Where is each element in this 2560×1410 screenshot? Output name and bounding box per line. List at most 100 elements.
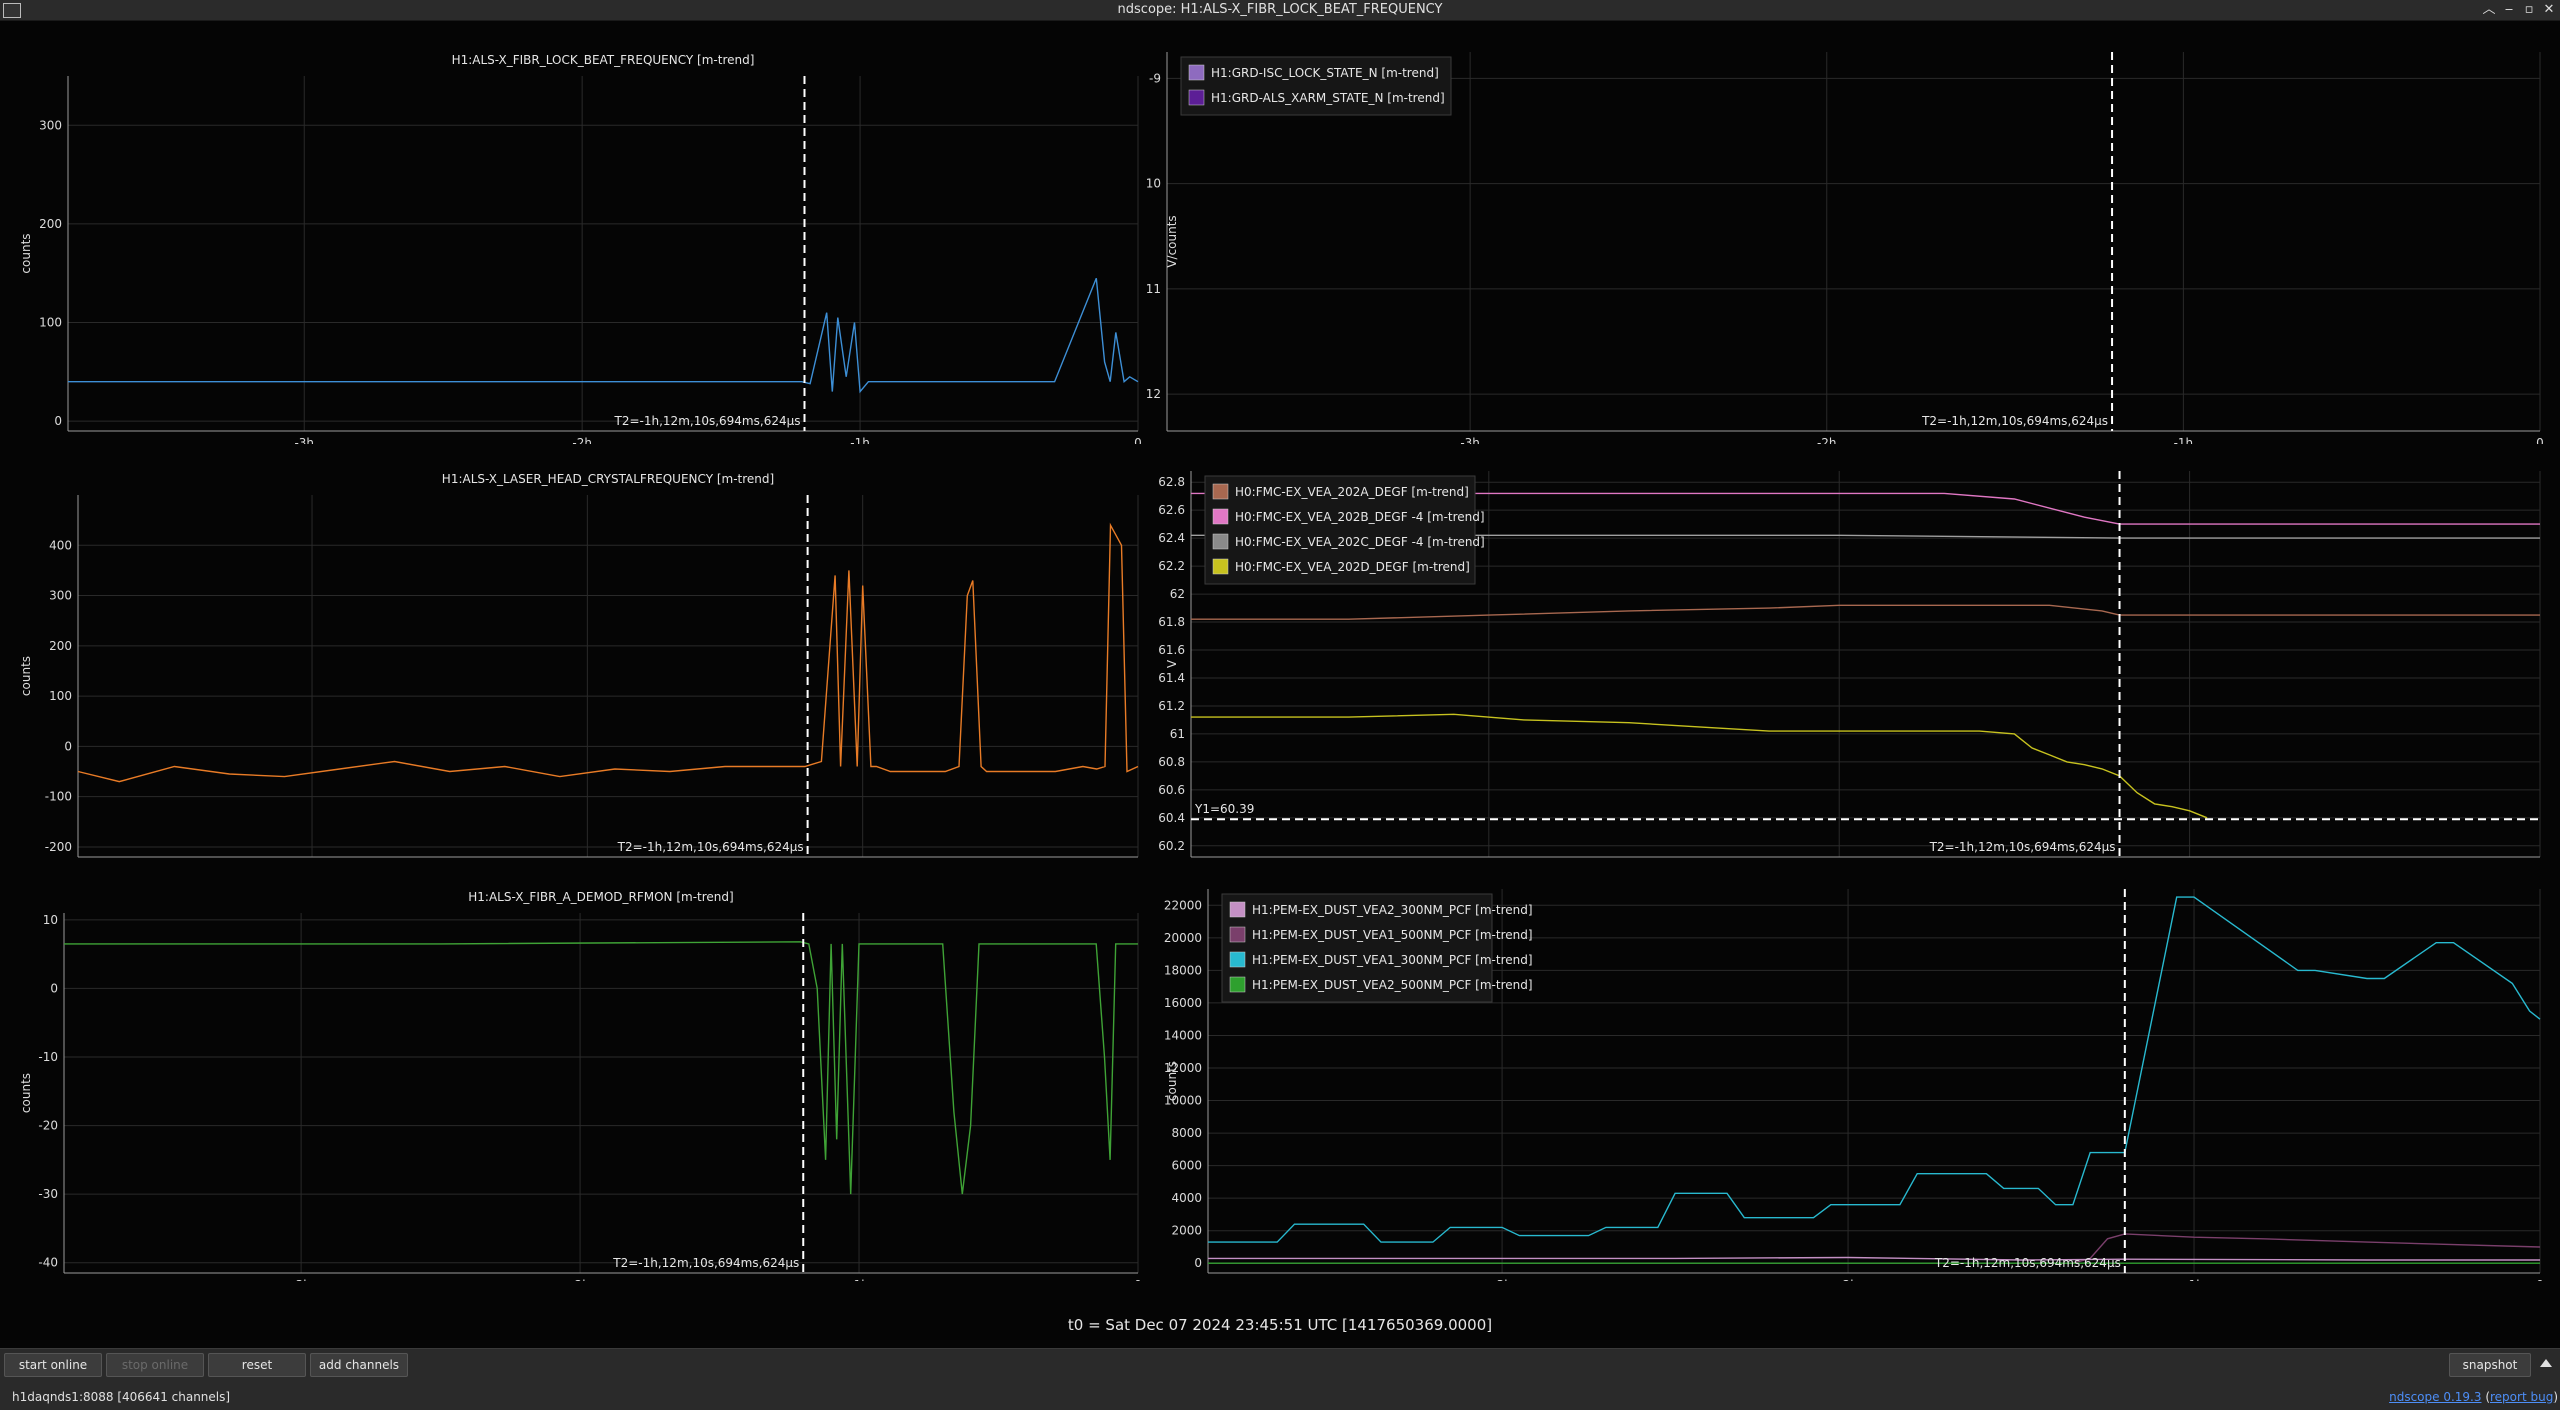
x-tick-label: -1h — [2174, 436, 2194, 444]
minimize-icon[interactable]: ‒ — [2500, 1, 2518, 19]
legend-swatch — [1212, 533, 1229, 550]
y-tick-label: -20 — [38, 1119, 58, 1133]
x-tick-label: -3h — [294, 436, 314, 444]
y-tick-label: 61.2 — [1158, 699, 1185, 713]
plot-fmc-vea-temps[interactable]: -3h-2h-1h062.862.662.462.26261.861.661.4… — [1146, 463, 2560, 861]
cursor-t2-label: T2=-1h,12m,10s,694ms,624µs — [612, 1256, 799, 1270]
y-tick-label: 200 — [39, 217, 62, 231]
y-tick-label: -12 — [1146, 387, 1161, 401]
y-tick-label: 2000 — [1171, 1224, 1202, 1238]
maximize-icon[interactable]: ▫ — [2520, 1, 2538, 19]
y-tick-label: 62.8 — [1158, 475, 1185, 489]
legend-swatch — [1188, 64, 1205, 81]
plot-grd-state[interactable]: -3h -2h -1h 0 -9 -10 -11 -12 V/counts T2=-1h,12m,… — [1146, 44, 2560, 444]
y-tick-label: -10 — [38, 1050, 58, 1064]
legend-item-label: H0:FMC-EX_VEA_202C_DEGF -4 [m-trend] — [1235, 535, 1485, 549]
legend-item-label: H1:PEM-EX_DUST_VEA1_300NM_PCF [m-trend] — [1252, 953, 1533, 967]
stop-online-button[interactable]: stop online — [106, 1353, 204, 1377]
x-tick-label: 0 — [1134, 436, 1142, 444]
y-tick-label: 8000 — [1171, 1126, 1202, 1140]
y-tick-label: 300 — [49, 589, 72, 603]
y-tick-label: 14000 — [1164, 1028, 1202, 1042]
y-tick-label: 0 — [50, 981, 58, 995]
window-titlebar: ndscope: H1:ALS-X_FIBR_LOCK_BEAT_FREQUEN… — [0, 0, 2560, 21]
report-bug-link[interactable]: report bug — [2490, 1390, 2553, 1404]
legend-swatch — [1212, 558, 1229, 575]
legend-item-label: H1:GRD-ISC_LOCK_STATE_N [m-trend] — [1211, 66, 1439, 80]
reset-button[interactable]: reset — [208, 1353, 306, 1377]
x-tick-label: -1h — [850, 436, 870, 444]
y-axis-label: counts — [19, 1073, 33, 1113]
y-tick-label: 20000 — [1164, 931, 1202, 945]
add-channels-button[interactable]: add channels — [310, 1353, 408, 1377]
series-line — [1191, 713, 2208, 819]
plot-fibr-demod-rfmon[interactable]: H1:ALS-X_FIBR_A_DEMOD_RFMON [m-trend] -3h… — [0, 881, 1142, 1281]
close-icon[interactable]: ✕ — [2540, 1, 2558, 19]
series-line — [1191, 604, 2540, 620]
y-tick-label: 0 — [54, 414, 62, 428]
window-shade-icon[interactable]: ︿ — [2480, 1, 2498, 19]
legend-item-label: H1:GRD-ALS_XARM_STATE_N [m-trend] — [1211, 91, 1445, 105]
x-tick-label: -3h — [1492, 1278, 1512, 1281]
y-tick-label: 100 — [39, 316, 62, 330]
cursor-y-label: Y1=60.39 — [1194, 802, 1254, 816]
y-tick-label: 62.6 — [1158, 503, 1185, 517]
t0-timestamp: t0 = Sat Dec 07 2024 23:45:51 UTC [14176… — [1067, 1316, 1493, 1334]
x-tick-label: 0 — [1134, 1278, 1142, 1281]
cursor-t2-label: T2=-1h,12m,10s,694ms,624µs — [614, 414, 801, 428]
x-tick-label: 0 — [2536, 436, 2544, 444]
legend-swatch — [1212, 508, 1229, 525]
cursor-t2-label: T2=-1h,12m,10s,694ms,624µs — [617, 840, 804, 854]
legend-item-label: H1:PEM-EX_DUST_VEA2_500NM_PCF [m-trend] — [1252, 978, 1533, 992]
y-tick-label: 61.8 — [1158, 615, 1185, 629]
plot-title: H1:ALS-X_FIBR_A_DEMOD_RFMON [m-trend] — [468, 890, 733, 904]
plot-laser-head-crystal[interactable]: H1:ALS-X_LASER_HEAD_CRYSTALFREQUENCY [m-… — [0, 463, 1142, 861]
legend-item-label: H0:FMC-EX_VEA_202A_DEGF [m-trend] — [1235, 485, 1469, 499]
y-tick-label: -11 — [1146, 282, 1161, 296]
y-axis-label: counts — [1165, 1061, 1179, 1101]
window-title: ndscope: H1:ALS-X_FIBR_LOCK_BEAT_FREQUEN… — [1117, 2, 1443, 17]
y-tick-label: 60.8 — [1158, 755, 1185, 769]
x-tick-label: -2h — [572, 436, 592, 444]
y-tick-label: 400 — [49, 538, 72, 552]
y-tick-label: 22000 — [1164, 898, 1202, 912]
series-line — [64, 941, 1138, 1195]
series-line — [68, 277, 1139, 394]
snapshot-button[interactable]: snapshot — [2449, 1353, 2531, 1377]
legend-item-label: H1:PEM-EX_DUST_VEA2_300NM_PCF [m-trend] — [1252, 903, 1533, 917]
y-tick-label: 62.2 — [1158, 559, 1185, 573]
series-line — [77, 522, 1139, 783]
y-tick-label: -40 — [38, 1256, 58, 1270]
y-tick-label: 18000 — [1164, 963, 1202, 977]
legend-swatch — [1229, 951, 1246, 968]
legend-swatch — [1188, 89, 1205, 106]
status-server: h1daqnds1:8088 [406641 channels] — [12, 1390, 231, 1404]
y-tick-label: -10 — [1146, 177, 1161, 191]
x-tick-label: -1h — [2184, 1278, 2204, 1281]
report-prefix: ( — [2481, 1390, 2490, 1404]
y-tick-label: 61 — [1170, 727, 1185, 741]
y-tick-label: 0 — [1194, 1256, 1202, 1270]
legend-swatch — [1212, 483, 1229, 500]
version-link[interactable]: ndscope 0.19.3 — [2389, 1390, 2481, 1404]
y-tick-label: -30 — [38, 1187, 58, 1201]
start-online-button[interactable]: start online — [4, 1353, 102, 1377]
plot-pem-dust[interactable]: -3h-2h-1h0220002000018000160001400012000… — [1146, 881, 2560, 1281]
expand-up-icon[interactable] — [2540, 1359, 2552, 1367]
y-tick-label: 62.4 — [1158, 531, 1185, 545]
x-tick-label: -2h — [570, 1278, 590, 1281]
y-tick-label: 16000 — [1164, 996, 1202, 1010]
y-tick-label: -200 — [45, 840, 72, 854]
y-tick-label: 200 — [49, 639, 72, 653]
y-tick-label: 61.6 — [1158, 643, 1185, 657]
legend-item-label: H0:FMC-EX_VEA_202B_DEGF -4 [m-trend] — [1235, 510, 1485, 524]
plot-fibr-lock-beat[interactable]: H1:ALS-X_FIBR_LOCK_BEAT_FREQUENCY [m-tre… — [0, 44, 1142, 444]
y-tick-label: 60.2 — [1158, 839, 1185, 853]
y-tick-label: 10 — [43, 913, 58, 927]
x-tick-label: -1h — [849, 1278, 869, 1281]
x-tick-label: -3h — [291, 1278, 311, 1281]
y-tick-label: 60.4 — [1158, 811, 1185, 825]
plot-title: H1:ALS-X_LASER_HEAD_CRYSTALFREQUENCY [m-… — [442, 472, 774, 486]
status-version: ndscope 0.19.3 (report bug) — [2389, 1390, 2558, 1404]
legend-swatch — [1229, 976, 1246, 993]
